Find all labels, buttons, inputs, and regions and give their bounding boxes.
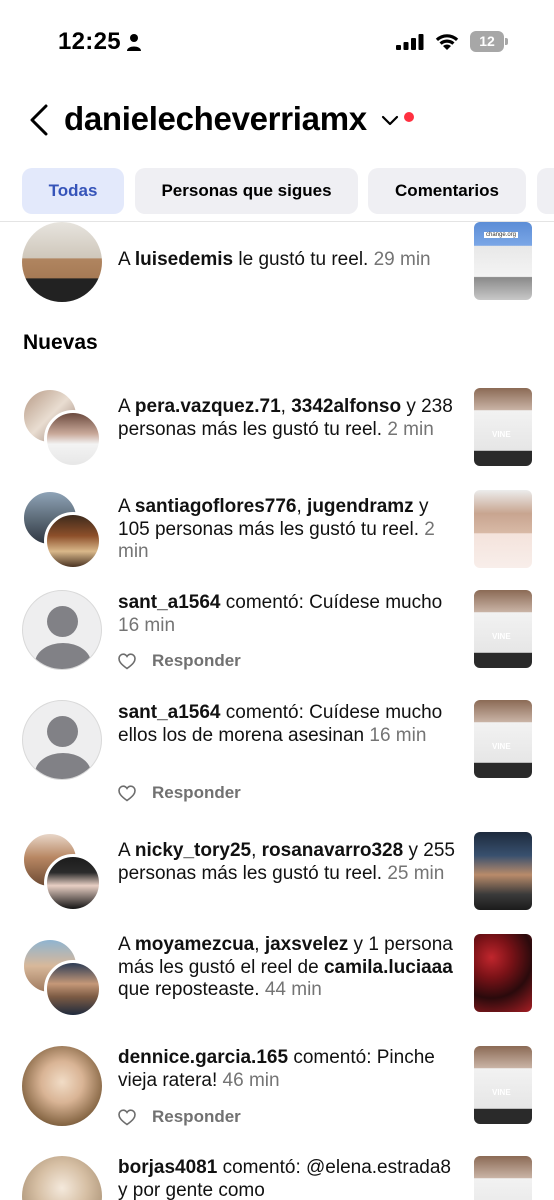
reel-thumbnail[interactable] — [474, 832, 532, 910]
reel-thumbnail[interactable]: VINE — [474, 388, 532, 466]
notification-item[interactable]: A nicky_tory25, rosanavarro328 y 255 per… — [0, 830, 554, 922]
reply-button[interactable]: Responder — [152, 782, 241, 804]
notification-item[interactable]: A moyamezcua, jaxsvelez y 1 persona más … — [0, 934, 554, 1034]
notification-text: A pera.vazquez.71, 3342alfonso y 238 per… — [118, 396, 453, 440]
reel-thumbnail[interactable] — [474, 490, 532, 568]
timestamp: 46 min — [222, 1069, 280, 1091]
username-link[interactable]: sant_a1564 — [118, 592, 220, 613]
account-username[interactable]: danielecheverriamx — [64, 100, 367, 138]
status-time: 12:25 — [58, 28, 121, 55]
avatar[interactable] — [22, 222, 102, 302]
section-title-nuevas: Nuevas — [23, 331, 98, 354]
notification-item[interactable]: A santiagoflores776, jugendramz y 105 pe… — [0, 488, 554, 580]
wifi-icon — [435, 34, 459, 50]
timestamp: 25 min — [387, 862, 445, 884]
notification-item[interactable]: borjas4081 comentó: @elena.estrada8 y po… — [0, 1156, 554, 1200]
heart-icon[interactable] — [118, 1109, 136, 1126]
reel-thumbnail[interactable] — [474, 934, 532, 1012]
heart-icon[interactable] — [118, 785, 136, 802]
avatar[interactable] — [44, 512, 102, 570]
notification-item[interactable]: sant_a1564 comentó: Cuídese mucho 16 min… — [0, 590, 554, 690]
notification-text: A luisedemis le gustó tu reel. 29 min — [118, 249, 431, 270]
username-link[interactable]: dennice.garcia.165 — [118, 1047, 288, 1068]
timestamp: 2 min — [387, 418, 434, 440]
username-link[interactable]: santiagoflores776 — [135, 496, 297, 517]
notification-text: A nicky_tory25, rosanavarro328 y 255 per… — [118, 840, 455, 884]
reel-thumbnail[interactable]: VINE — [474, 1046, 532, 1124]
tab-comentarios[interactable]: Comentarios — [368, 168, 526, 214]
notification-dot — [404, 112, 414, 122]
notification-text: borjas4081 comentó: @elena.estrada8 y po… — [118, 1157, 452, 1200]
avatar[interactable] — [44, 960, 102, 1018]
tab-personas-que-sigues[interactable]: Personas que sigues — [135, 168, 358, 214]
username-link[interactable]: luisedemis — [135, 249, 233, 270]
reel-thumbnail[interactable]: VINE — [474, 700, 532, 778]
timestamp: 44 min — [264, 979, 322, 1000]
person-icon — [127, 34, 141, 51]
filter-tabs: Todas Personas que sigues Comentarios — [0, 168, 554, 216]
back-arrow-icon[interactable] — [26, 102, 54, 138]
avatar[interactable] — [22, 700, 102, 780]
notification-text: dennice.garcia.165 comentó: Pinche vieja… — [118, 1047, 435, 1091]
avatar[interactable] — [44, 410, 102, 468]
thumbnail-caption: change.org — [484, 232, 519, 238]
username-link[interactable]: camila.luciaaa — [324, 957, 453, 978]
timestamp: 29 min — [373, 249, 431, 270]
username-link[interactable]: borjas4081 — [118, 1157, 217, 1178]
heart-icon[interactable] — [118, 653, 136, 670]
thumbnail-caption: VINE — [492, 430, 511, 439]
battery-level: 12 — [479, 33, 495, 49]
chevron-down-icon[interactable] — [381, 114, 399, 128]
battery-indicator: 12 — [470, 31, 508, 52]
status-bar: 12:25 12 — [0, 0, 554, 84]
reply-button[interactable]: Responder — [152, 650, 241, 672]
username-link[interactable]: jaxsvelez — [265, 934, 348, 955]
avatar[interactable] — [22, 1046, 102, 1126]
notification-item[interactable]: A pera.vazquez.71, 3342alfonso y 238 per… — [0, 386, 554, 478]
username-link[interactable]: pera.vazquez.71 — [135, 396, 281, 417]
notification-text: sant_a1564 comentó: Cuídese mucho ellos … — [118, 702, 443, 746]
header: danielecheverriamx — [0, 84, 554, 156]
avatar[interactable] — [22, 1156, 102, 1200]
notification-item[interactable]: A luisedemis le gustó tu reel. 29 min ch… — [0, 220, 554, 310]
thumbnail-caption: VINE — [492, 632, 511, 641]
cellular-signal-icon — [396, 34, 424, 50]
tab-more[interactable] — [537, 168, 554, 214]
notification-text: A moyamezcua, jaxsvelez y 1 persona más … — [118, 934, 453, 1000]
notification-text: A santiagoflores776, jugendramz y 105 pe… — [118, 496, 435, 562]
reel-thumbnail[interactable]: VINE — [474, 590, 532, 668]
username-link[interactable]: 3342alfonso — [291, 396, 401, 417]
thumbnail-caption: VINE — [492, 742, 511, 751]
reel-thumbnail[interactable] — [474, 1156, 532, 1200]
timestamp: 16 min — [369, 724, 427, 746]
username-link[interactable]: rosanavarro328 — [262, 840, 404, 861]
username-link[interactable]: jugendramz — [307, 496, 414, 517]
username-link[interactable]: nicky_tory25 — [135, 840, 251, 861]
reply-button[interactable]: Responder — [152, 1106, 241, 1128]
username-link[interactable]: sant_a1564 — [118, 702, 220, 723]
notification-text: sant_a1564 comentó: Cuídese mucho 16 min — [118, 592, 443, 636]
avatar[interactable] — [44, 854, 102, 912]
timestamp: 16 min — [118, 614, 176, 636]
username-link[interactable]: moyamezcua — [135, 934, 254, 955]
avatar[interactable] — [22, 590, 102, 670]
notification-item[interactable]: dennice.garcia.165 comentó: Pinche vieja… — [0, 1046, 554, 1146]
tab-todas[interactable]: Todas — [22, 168, 124, 214]
notification-item[interactable]: sant_a1564 comentó: Cuídese mucho ellos … — [0, 700, 554, 816]
reel-thumbnail[interactable]: change.org — [474, 222, 532, 300]
thumbnail-caption: VINE — [492, 1088, 511, 1097]
